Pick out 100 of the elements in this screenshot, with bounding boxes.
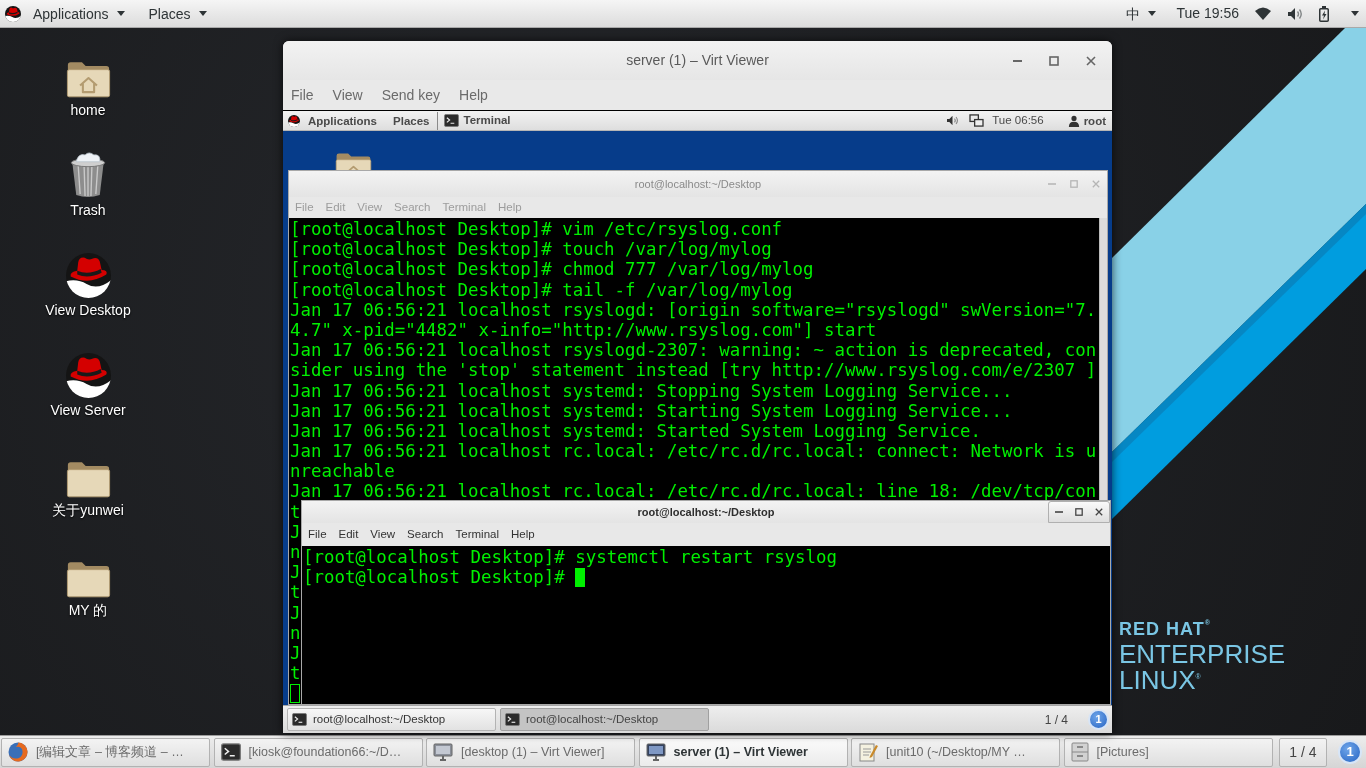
taskbar-item[interactable]: [编辑文章 – 博客频道 – … bbox=[1, 737, 210, 767]
window-title: server (1) – Virt Viewer bbox=[626, 51, 769, 70]
desktop-icon-label[interactable]: View Desktop bbox=[45, 301, 131, 319]
menu-button[interactable]: Applications bbox=[308, 113, 377, 128]
menu-item[interactable]: Help bbox=[511, 525, 535, 544]
menu-item[interactable]: View bbox=[332, 84, 363, 106]
menu-item[interactable]: Terminal bbox=[455, 525, 499, 544]
hat-icon[interactable] bbox=[65, 353, 111, 398]
terminal-icon[interactable] bbox=[220, 743, 241, 761]
close-icon[interactable] bbox=[1095, 508, 1103, 516]
menu-item[interactable]: Edit bbox=[338, 525, 359, 544]
file-cabinet-icon[interactable] bbox=[1070, 742, 1089, 762]
hat-icon[interactable] bbox=[65, 253, 111, 298]
monitor-icon[interactable] bbox=[645, 743, 666, 761]
terminal-line: Jan 17 06:56:21 localhost systemd: Starting System Logging Service... bbox=[290, 400, 1013, 421]
terminal-line: [root@localhost Desktop]# vim /etc/rsyslog.conf bbox=[290, 219, 783, 240]
folder-icon[interactable] bbox=[65, 560, 111, 598]
menu-button[interactable]: Places bbox=[144, 4, 211, 23]
terminal-line: [root@localhost Desktop]# systemctl restart rsyslog bbox=[303, 547, 837, 568]
menu-item[interactable]: File bbox=[291, 84, 314, 106]
desktop-icon-label[interactable]: MY 的 bbox=[68, 601, 108, 619]
terminal-line: Jan 17 06:56:21 localhost systemd: Stopping System Logging Service... bbox=[290, 380, 1013, 401]
terminal-line: Jan 17 06:56:21 localhost rc.local: /etc/rc.d/rc.local: line 18: /dev/tcp/con bbox=[290, 481, 1097, 502]
maximize-icon[interactable] bbox=[1075, 508, 1083, 516]
battery-icon[interactable] bbox=[1319, 5, 1329, 22]
terminal-line: nreachable bbox=[290, 461, 395, 482]
terminal-line: Jan 17 06:56:21 localhost systemd: Started System Logging Service. bbox=[290, 420, 982, 442]
menu-item[interactable]: Search bbox=[407, 525, 444, 544]
menu-item[interactable]: Send key bbox=[381, 84, 441, 106]
home-folder-icon[interactable] bbox=[65, 60, 111, 98]
globe-icon[interactable] bbox=[8, 742, 28, 762]
workspace-switcher[interactable]: 1 / 4 bbox=[1036, 710, 1076, 729]
app-menu[interactable]: Terminal bbox=[442, 110, 515, 131]
window-title: root@localhost:~/Desktop bbox=[634, 176, 762, 192]
terminal-line: Jan 17 06:56:21 localhost rsyslogd: [origin software="rsyslogd" swVersion="7. bbox=[290, 299, 1097, 320]
wifi-icon[interactable] bbox=[1255, 7, 1271, 20]
taskbar-item[interactable]: [kiosk@foundation66:~/D… bbox=[213, 737, 423, 767]
terminal-line: sider using the 'stop' statement instead [try http://www.rsyslog.com/e/2307 ] bbox=[290, 360, 1097, 381]
terminal-line: n bbox=[290, 622, 301, 643]
monitor-icon[interactable] bbox=[433, 743, 453, 761]
taskbar-item[interactable]: root@localhost:~/Desktop bbox=[500, 708, 709, 731]
terminal-line: [root@localhost Desktop]# touch /var/log/mylog bbox=[290, 239, 772, 260]
terminal-line: J bbox=[290, 521, 301, 542]
notepad-icon[interactable] bbox=[858, 742, 878, 762]
desktop-icon-label[interactable]: Trash bbox=[70, 201, 106, 219]
user-menu[interactable]: root bbox=[1067, 113, 1106, 128]
logo-text: LINUX$^{®}$ bbox=[1119, 667, 1202, 693]
hat-icon[interactable] bbox=[288, 114, 300, 127]
scrollbar[interactable] bbox=[1099, 218, 1107, 500]
taskbar-item[interactable]: [desktop (1) – Virt Viewer] bbox=[426, 737, 635, 767]
terminal-line: Jan 17 06:56:21 localhost rsyslogd-2307: warning: ~ action is deprecated, con bbox=[290, 340, 1097, 361]
volume-icon[interactable] bbox=[946, 115, 960, 126]
terminal-line: J bbox=[290, 562, 301, 583]
logo-text: RED HAT$^{®}$ bbox=[1119, 618, 1212, 641]
menu-item[interactable]: File bbox=[308, 525, 327, 544]
caret-icon[interactable] bbox=[116, 11, 125, 16]
maximize-icon[interactable] bbox=[1049, 55, 1059, 66]
taskbar-item[interactable]: server (1) – Virt Viewer bbox=[638, 737, 848, 767]
input-method-menu[interactable]: 中 bbox=[1122, 4, 1161, 23]
menu-item[interactable]: View bbox=[370, 525, 396, 544]
folder-icon[interactable] bbox=[65, 460, 111, 498]
desktop-icon-label[interactable]: 关于yunwei bbox=[52, 501, 124, 519]
terminal-line: [root@localhost Desktop]# bbox=[303, 567, 566, 588]
terminal-icon[interactable] bbox=[505, 713, 520, 726]
cursor-icon bbox=[575, 567, 586, 587]
hat-icon[interactable] bbox=[5, 5, 21, 22]
terminal-line: t bbox=[290, 501, 301, 522]
terminal-line: t bbox=[290, 663, 301, 684]
terminal-line: [root@localhost Desktop]# chmod 777 /var/log/mylog bbox=[290, 259, 814, 280]
close-icon[interactable] bbox=[1086, 55, 1096, 66]
window-title: root@localhost:~/Desktop bbox=[637, 504, 775, 520]
terminal-line: n bbox=[290, 542, 301, 563]
cursor-icon bbox=[290, 683, 300, 703]
caret-icon[interactable] bbox=[198, 11, 207, 16]
taskbar-item[interactable]: root@localhost:~/Desktop bbox=[287, 708, 496, 731]
terminal-line: [root@localhost Desktop]# tail -f /var/log/mylog bbox=[290, 279, 793, 300]
menu-button[interactable]: Applications bbox=[29, 4, 129, 23]
terminal-line: J bbox=[290, 602, 301, 623]
menu-button[interactable]: Places bbox=[393, 113, 430, 128]
clock[interactable]: Tue 06:56 bbox=[992, 111, 1044, 130]
user-icon[interactable] bbox=[1067, 114, 1080, 127]
terminal-line: t bbox=[290, 582, 301, 603]
terminal-line: 4.7" x-pid="4482" x-info="http://www.rsyslog.com"] start bbox=[290, 319, 877, 341]
desktop-icon-label[interactable]: View Server bbox=[50, 401, 126, 419]
terminal-icon[interactable] bbox=[292, 713, 307, 726]
taskbar-item[interactable]: [Pictures] bbox=[1063, 737, 1273, 767]
logo-text: ENTERPRISE bbox=[1119, 641, 1286, 667]
clock[interactable]: Tue 19:56 bbox=[1176, 3, 1239, 24]
network-icon[interactable] bbox=[969, 114, 985, 127]
trash-icon[interactable] bbox=[68, 151, 108, 198]
caret-icon[interactable] bbox=[1351, 11, 1359, 16]
desktop-icon-label[interactable]: home bbox=[70, 101, 106, 119]
terminal-line: Jan 17 06:56:21 localhost rc.local: /etc/rc.d/rc.local: connect: Network is u bbox=[290, 441, 1097, 462]
menu-item[interactable]: Help bbox=[459, 84, 488, 106]
taskbar-item[interactable]: [unit10 (~/Desktop/MY … bbox=[851, 737, 1060, 767]
terminal-icon[interactable] bbox=[444, 114, 460, 127]
workspace-switcher[interactable]: 1 / 4 bbox=[1279, 737, 1327, 767]
minimize-icon[interactable] bbox=[1013, 59, 1022, 62]
caret-icon[interactable] bbox=[1148, 11, 1157, 16]
volume-icon[interactable] bbox=[1287, 6, 1303, 21]
